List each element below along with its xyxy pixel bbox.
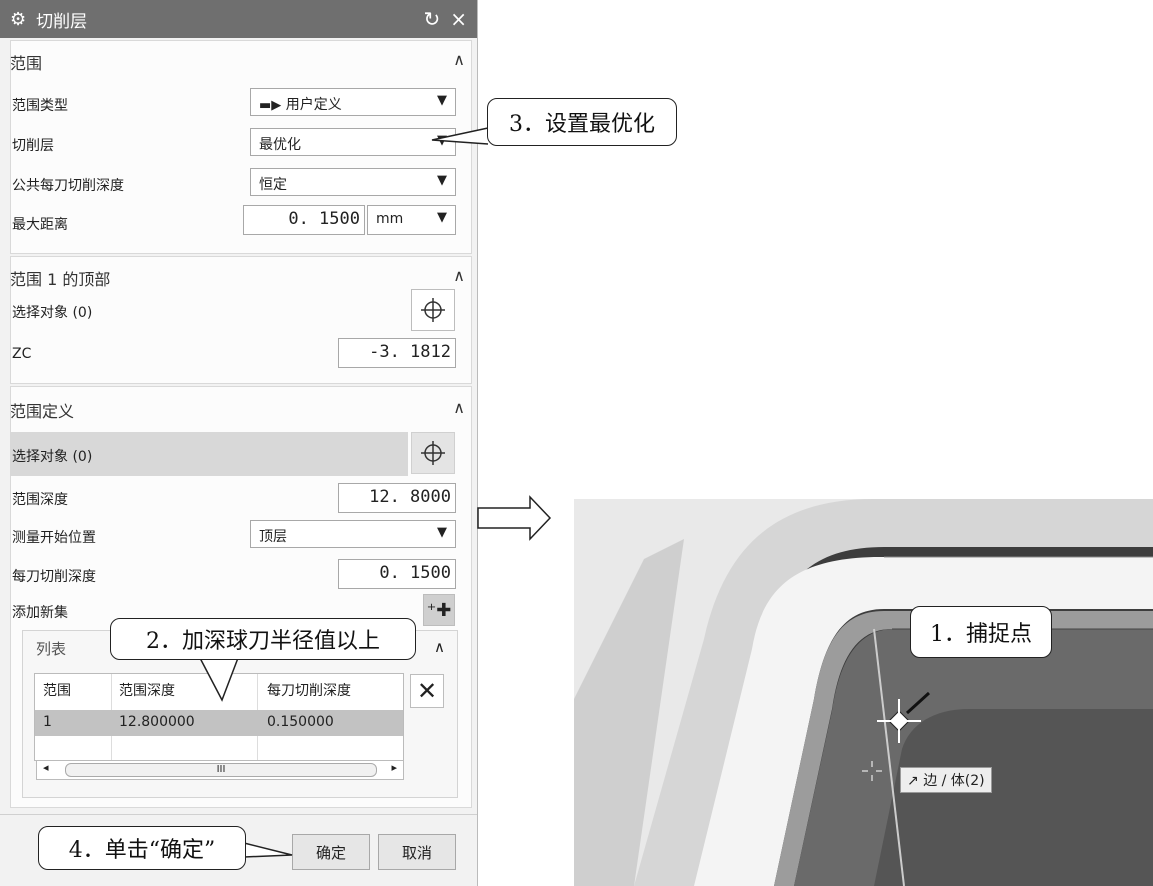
snap-tooltip-text: 边 / 体(2)	[923, 773, 985, 789]
flow-arrow	[477, 495, 552, 541]
callout-3: 3．设置最优化	[487, 98, 677, 146]
snap-tooltip: ↗ 边 / 体(2)	[900, 767, 992, 793]
callout-2-tail	[199, 657, 239, 702]
model-render	[574, 499, 1153, 886]
callout-2: 2．加深球刀半径值以上	[110, 618, 416, 660]
callout-4: 4．单击“确定”	[38, 826, 246, 870]
edge-icon: ↗	[907, 773, 924, 789]
callout-1: 1．捕捉点	[910, 606, 1052, 658]
callout-3-tail	[431, 127, 489, 145]
graphics-viewport[interactable]	[574, 499, 1153, 886]
callout-4-tail	[243, 842, 293, 858]
